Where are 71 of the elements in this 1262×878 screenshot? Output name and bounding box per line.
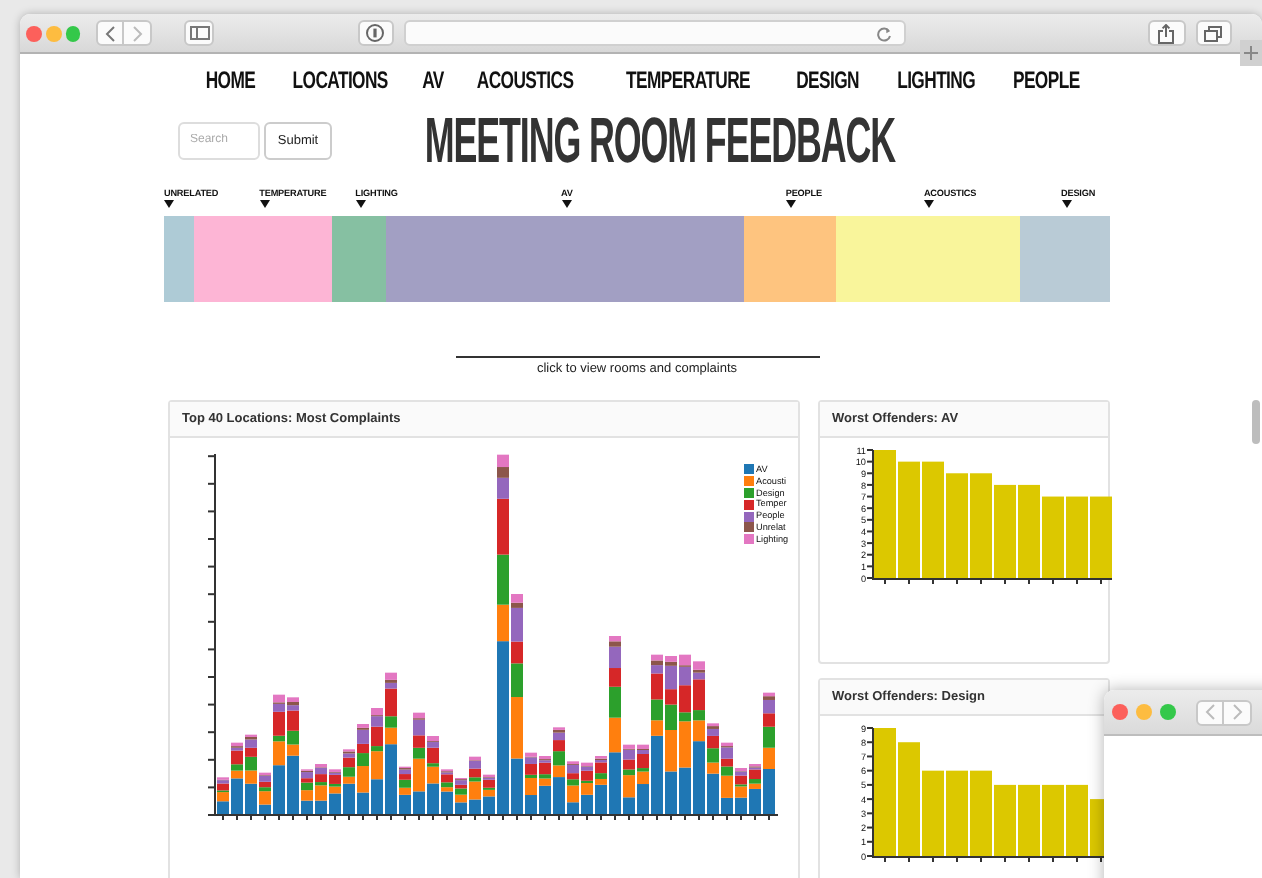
y-axis (866, 727, 874, 857)
category-segment[interactable] (332, 216, 387, 302)
scrollbar-thumb[interactable] (1252, 400, 1260, 444)
category-segment[interactable] (835, 216, 1021, 302)
zoom-button[interactable] (1160, 704, 1176, 720)
minimize-button[interactable] (45, 25, 62, 41)
bar (994, 784, 1016, 856)
bar (874, 728, 896, 856)
sidebar-icon (189, 26, 210, 40)
bar (946, 473, 968, 578)
triangle-icon (259, 200, 270, 208)
chevron-right-icon (131, 25, 144, 41)
category-segment[interactable] (194, 216, 333, 302)
bar (970, 770, 992, 856)
page-title: MEETING ROOM FEEDBACK (424, 110, 896, 170)
chevron-left-icon (1204, 704, 1216, 720)
triangle-icon (1061, 200, 1072, 208)
bar (1018, 484, 1040, 578)
forward-button[interactable] (1224, 699, 1252, 725)
nav-link[interactable]: LOCATIONS (293, 66, 389, 94)
bar (898, 461, 920, 578)
plus-icon (1244, 46, 1259, 60)
reload-icon (876, 25, 893, 41)
category-segment[interactable] (743, 216, 836, 302)
nav-link[interactable]: ACOUSTICS (476, 66, 573, 94)
back-button[interactable] (96, 20, 125, 46)
new-tab-button[interactable] (1240, 40, 1262, 66)
bar (898, 742, 920, 856)
sidebar-button[interactable] (184, 20, 215, 46)
nav-link[interactable]: PEOPLE (1012, 66, 1079, 94)
tabs-button[interactable] (1195, 20, 1233, 46)
bar (922, 770, 944, 856)
bar (1090, 496, 1112, 578)
nav-link[interactable]: DESIGN (795, 66, 859, 94)
back-button[interactable] (1196, 699, 1224, 725)
chevron-right-icon (1231, 704, 1243, 720)
category-segment[interactable] (164, 216, 195, 302)
minimize-button[interactable] (1136, 704, 1152, 720)
triangle-icon (561, 200, 572, 208)
bar (1042, 784, 1064, 856)
bar (1042, 496, 1064, 578)
close-button[interactable] (26, 25, 42, 41)
address-field[interactable] (403, 20, 907, 46)
y-axis (866, 449, 874, 579)
nav-link[interactable]: AV (421, 66, 444, 94)
bar (1066, 496, 1088, 578)
nav-link[interactable]: LIGHTING (896, 66, 975, 94)
triangle-icon (164, 200, 174, 208)
bar (994, 484, 1016, 578)
triangle-icon (785, 200, 796, 208)
close-button[interactable] (1112, 704, 1128, 720)
chevron-left-icon (104, 25, 117, 41)
share-button[interactable] (1148, 20, 1186, 46)
triangle-icon (355, 200, 366, 208)
bar (1018, 784, 1040, 856)
forward-button[interactable] (124, 20, 153, 46)
triangle-icon (923, 200, 934, 208)
zoom-button[interactable] (65, 25, 81, 41)
category-segment[interactable] (386, 216, 744, 302)
bar (922, 461, 944, 578)
tabs-icon (1204, 25, 1223, 41)
privacy-button[interactable] (358, 20, 394, 46)
bar (946, 770, 968, 856)
info-icon (366, 24, 385, 42)
bar (874, 450, 896, 578)
nav-link[interactable]: TEMPERATURE (625, 66, 750, 94)
bar (970, 473, 992, 578)
share-icon (1158, 23, 1175, 43)
nav-link[interactable]: HOME (205, 66, 256, 94)
category-segment[interactable] (1020, 216, 1110, 302)
bar (1066, 784, 1088, 856)
